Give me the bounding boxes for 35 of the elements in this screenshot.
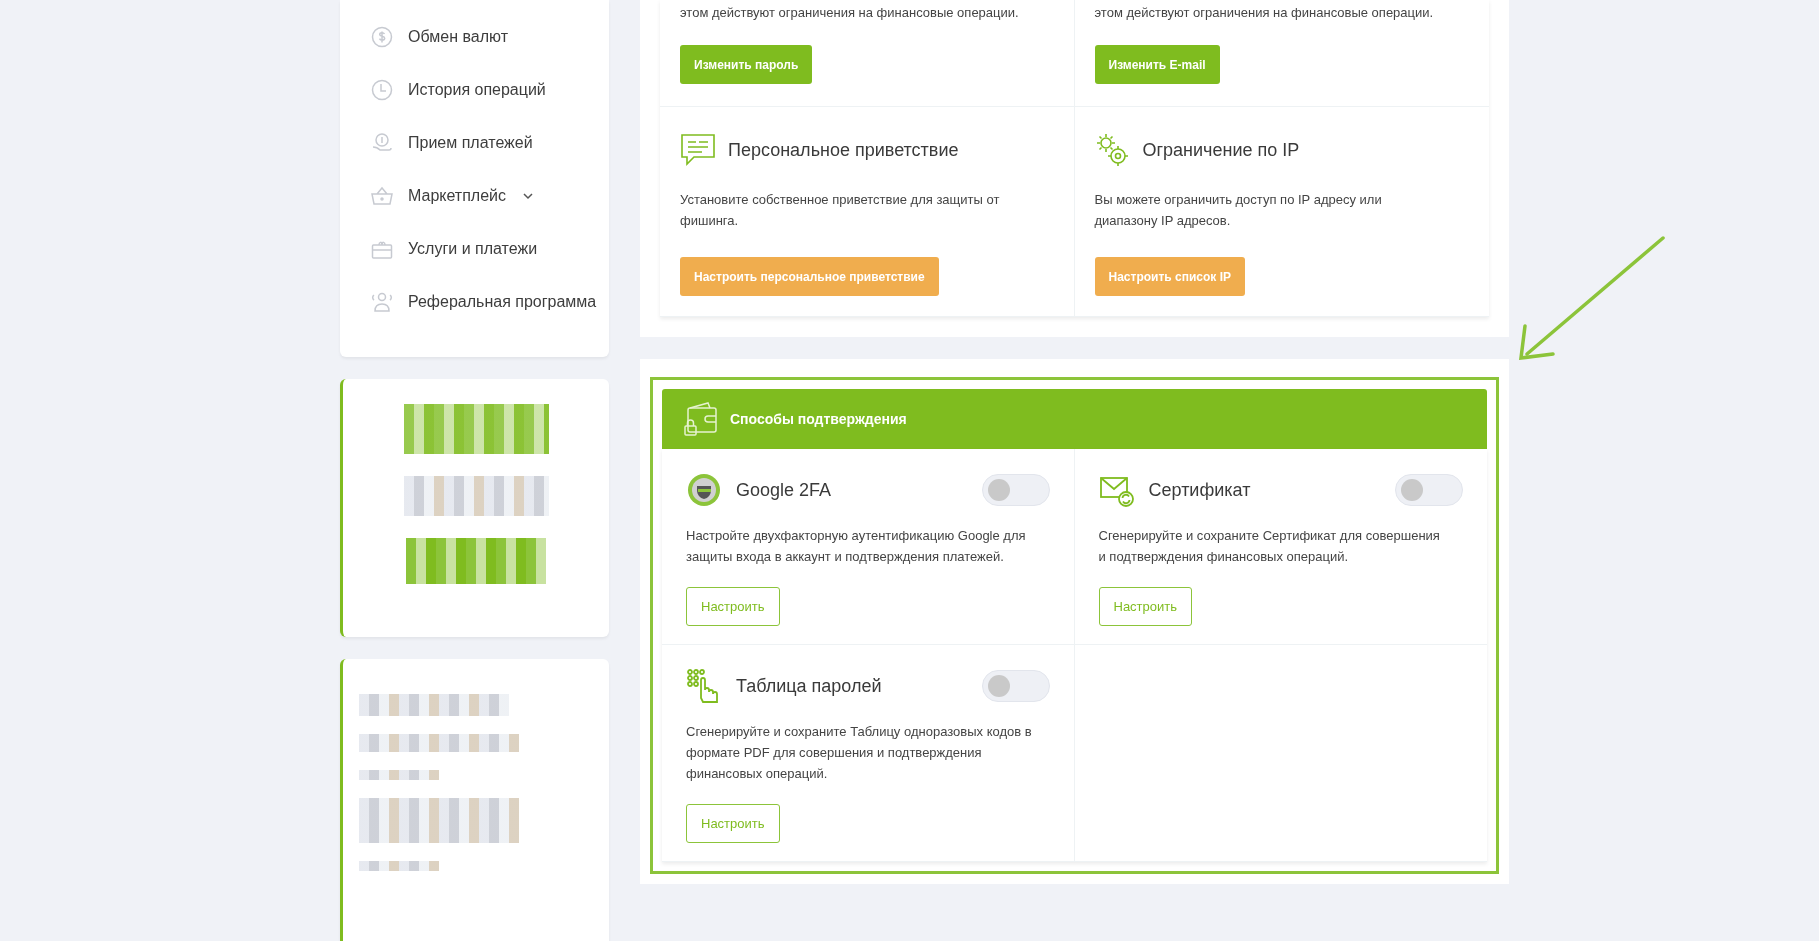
description-text: этом действуют ограничения на финансовые операции.: [680, 4, 1020, 22]
description-text: Установите собственное приветствие для защиты от фишинга.: [680, 191, 1001, 230]
method-title: Таблица паролей: [736, 675, 883, 697]
section-title: Способы подтверждения: [730, 411, 907, 427]
toggle-switch[interactable]: [981, 670, 1050, 702]
configure-button[interactable]: Настроить список IP: [1094, 257, 1245, 296]
configure-button[interactable]: Настроить: [686, 804, 780, 843]
gears-icon: [1094, 132, 1131, 168]
shield-icon: [686, 472, 722, 508]
configure-button[interactable]: Настроить персональное приветствие: [680, 257, 939, 296]
change-button[interactable]: Изменить E-mail: [1094, 45, 1220, 84]
sidebar-item[interactable]: История операций: [370, 63, 609, 116]
clock-icon: [370, 77, 394, 102]
change-button[interactable]: Изменить пароль: [680, 45, 813, 84]
configure-button[interactable]: Настроить: [686, 587, 780, 626]
toggle-switch[interactable]: [1395, 474, 1463, 506]
toggle-switch[interactable]: [981, 474, 1050, 506]
description-text: Вы можете ограничить доступ по IP адресу или диапазону IP адресов.: [1094, 191, 1383, 230]
sidebar-item[interactable]: Прием платежей: [370, 116, 609, 169]
description-text: Сгенерируйте и сохраните Сертификат для совершения и подтверждения финансовых операций.: [1098, 527, 1441, 566]
section-title: Ограничение по IP: [1142, 139, 1300, 161]
method-title: Google 2FA: [736, 479, 833, 501]
method-title: Сертификат: [1148, 479, 1252, 501]
section-title: Персональное приветствие: [728, 139, 959, 161]
sidebar-item[interactable]: Обмен валют: [370, 10, 609, 63]
chat-message-icon: [680, 132, 716, 168]
description-text: Сгенерируйте и сохраните Таблицу одноразовых кодов в формате PDF для совершения и подтверждения финансовых операций.: [686, 723, 1033, 783]
configure-button[interactable]: Настроить: [1098, 587, 1193, 626]
sidebar-item[interactable]: Реферальная программа: [370, 275, 609, 328]
description-text: Настройте двухфакторную аутентификацию Google для защиты входа в аккаунт и подтверждения платежей.: [686, 527, 1027, 566]
description-text: этом действуют ограничения на финансовые операции.: [1094, 4, 1435, 22]
wallet-lock-icon: [682, 400, 720, 438]
sidebar-item[interactable]: Маркетплейс: [370, 169, 609, 222]
dollar-circle-icon: [370, 24, 394, 49]
sidebar-item[interactable]: Услуги и платежи: [370, 222, 609, 275]
